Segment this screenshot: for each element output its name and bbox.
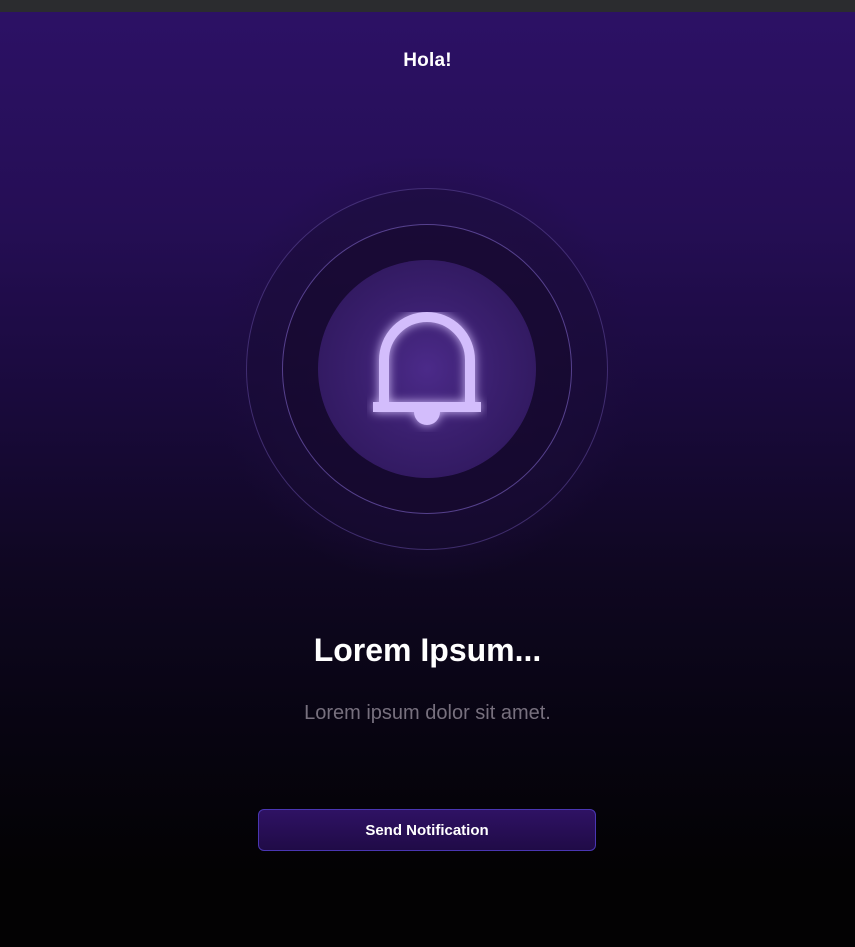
send-notification-button[interactable]: Send Notification xyxy=(258,809,596,851)
notification-screen: Hola! Lorem Ipsum... Lorem ipsum dolor s… xyxy=(0,12,855,947)
bell-illustration xyxy=(216,158,638,580)
bell-icon xyxy=(367,312,487,432)
greeting-text: Hola! xyxy=(403,50,452,71)
description-text: Lorem ipsum dolor sit amet. xyxy=(304,702,551,724)
window-top-bar xyxy=(0,0,855,12)
headline: Lorem Ipsum... xyxy=(313,632,542,668)
